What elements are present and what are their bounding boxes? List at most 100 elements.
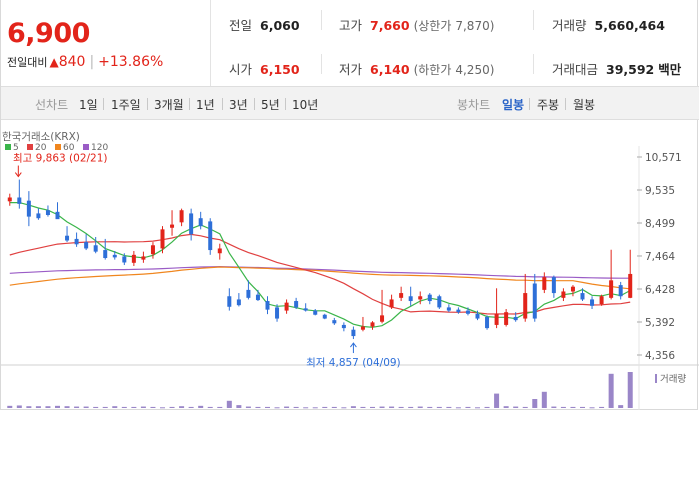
high-annotation: 최고 9,863 (02/21) xyxy=(13,153,108,165)
volume-bar xyxy=(226,400,232,408)
volume-bar xyxy=(322,406,328,408)
candle-chart-title: 봉차트 xyxy=(457,98,491,112)
volume-bar xyxy=(465,406,471,408)
candle-body xyxy=(55,211,60,220)
legend-label: 120 xyxy=(91,143,108,153)
low-value: 6,140 xyxy=(370,62,410,77)
volume-bar xyxy=(207,406,213,408)
change-percent: +13.86% xyxy=(98,54,164,70)
range-1-day-tab[interactable]: 1일 xyxy=(79,96,98,113)
period-weekly-tab[interactable]: 주봉 xyxy=(537,96,559,113)
candle-body xyxy=(65,235,70,241)
candle-body xyxy=(84,242,89,249)
open-label: 시가 xyxy=(229,62,253,77)
line-chart-title: 선차트 xyxy=(35,98,69,112)
lower-limit-label: (하한가 xyxy=(413,63,452,77)
volume-bar xyxy=(522,406,528,408)
volume-bar xyxy=(618,405,624,408)
period-daily-tab[interactable]: 일봉 xyxy=(502,96,524,113)
candle-body xyxy=(437,296,442,308)
volume-bar xyxy=(494,393,500,408)
candle-body xyxy=(590,299,595,306)
candle-body xyxy=(7,197,12,202)
candle-body xyxy=(418,296,423,300)
divider xyxy=(285,98,286,110)
candle-body xyxy=(408,296,413,302)
low-label: 저가 xyxy=(339,62,363,77)
volume-bar xyxy=(112,406,118,408)
current-price-panel: 6,900 전일대비 ▲840 | +13.86% xyxy=(1,0,211,86)
volume-bar xyxy=(303,407,309,409)
prev-close-label: 전일 xyxy=(229,18,253,33)
range-10-year-tab[interactable]: 10년 xyxy=(292,96,318,113)
volume-bar xyxy=(551,406,557,408)
candle-body xyxy=(303,308,308,311)
volume-bar xyxy=(293,406,299,408)
legend-swatch xyxy=(27,144,33,150)
trade-amount-unit: 백만 xyxy=(658,62,682,77)
current-price: 6,900 xyxy=(7,18,90,49)
lower-limit-value: 4,250) xyxy=(455,63,495,77)
chart-toolbar: 선차트 1일 1주일 3개월 1년 3년 5년 10년 봉차트 일봉 주봉 월봉 xyxy=(1,86,699,120)
volume-bar xyxy=(408,406,414,408)
divider xyxy=(222,98,223,110)
prev-close-cell: 전일 6,060 xyxy=(229,15,300,34)
high-cell: 고가 7,660 (상한가 7,870) xyxy=(339,15,494,34)
legend-swatch xyxy=(5,144,11,150)
price-change: 전일대비 ▲840 | +13.86% xyxy=(7,54,163,70)
high-value: 7,660 xyxy=(370,18,410,33)
candle-body xyxy=(189,213,194,235)
y-tick-label: 7,464 xyxy=(645,251,675,263)
volume-bar xyxy=(503,406,509,408)
y-tick-label: 4,356 xyxy=(645,350,675,362)
candle-body xyxy=(36,213,41,219)
candle-body xyxy=(265,301,270,310)
legend-label: 20 xyxy=(35,143,47,153)
high-label: 고가 xyxy=(339,18,363,33)
open-cell: 시가 6,150 xyxy=(229,59,300,78)
candle-body xyxy=(532,283,537,319)
volume-bar xyxy=(541,391,547,408)
low-annotation: 최저 4,857 (04/09) xyxy=(306,357,401,369)
candle-body xyxy=(294,301,299,308)
volume-bar xyxy=(455,407,461,409)
range-1-week-tab[interactable]: 1주일 xyxy=(111,96,141,113)
stock-chart-widget: 6,900 전일대비 ▲840 | +13.86% 전일 6,060 시가 6,150 고… xyxy=(0,0,699,410)
candle-body xyxy=(93,245,98,252)
volume-bar xyxy=(379,406,385,408)
candle-body xyxy=(494,313,499,325)
candle-body xyxy=(513,316,518,321)
volume-bar xyxy=(150,406,156,408)
candle-body xyxy=(26,200,31,217)
range-5-year-tab[interactable]: 5년 xyxy=(261,96,280,113)
volume-bar xyxy=(608,373,614,408)
range-3-month-tab[interactable]: 3개월 xyxy=(154,96,184,113)
candle-body xyxy=(628,273,633,298)
volume-bar xyxy=(284,406,290,408)
candlestick-chart[interactable]: 한국거래소(KRX)5 20 60 120 10,571 9,535 8,499 7,464 6… xyxy=(1,120,699,410)
up-triangle-icon: ▲ xyxy=(49,55,59,69)
candle-body xyxy=(208,221,213,251)
range-3-year-tab[interactable]: 3년 xyxy=(229,96,248,113)
candle-body xyxy=(275,307,280,319)
candle-body xyxy=(570,286,575,292)
volume-bar xyxy=(55,405,60,408)
upper-limit-label: (상한가 xyxy=(413,19,452,33)
volume-bar xyxy=(274,407,280,409)
candle-body xyxy=(485,316,490,329)
range-1-year-tab[interactable]: 1년 xyxy=(196,96,215,113)
candle-body xyxy=(446,307,451,311)
divider xyxy=(189,98,190,110)
volume-bar xyxy=(45,406,51,408)
candle-body xyxy=(322,314,327,319)
volume-bar xyxy=(570,406,576,408)
candle-body xyxy=(112,254,117,258)
period-monthly-tab[interactable]: 월봉 xyxy=(573,96,595,113)
volume-bar xyxy=(102,406,108,408)
candle-body xyxy=(370,322,375,327)
candle-body xyxy=(198,218,203,227)
volume-legend-swatch xyxy=(655,374,657,383)
volume-bar xyxy=(217,406,223,408)
volume-cell: 거래량 5,660,464 xyxy=(552,15,665,34)
y-tick-label: 5,392 xyxy=(645,317,675,329)
